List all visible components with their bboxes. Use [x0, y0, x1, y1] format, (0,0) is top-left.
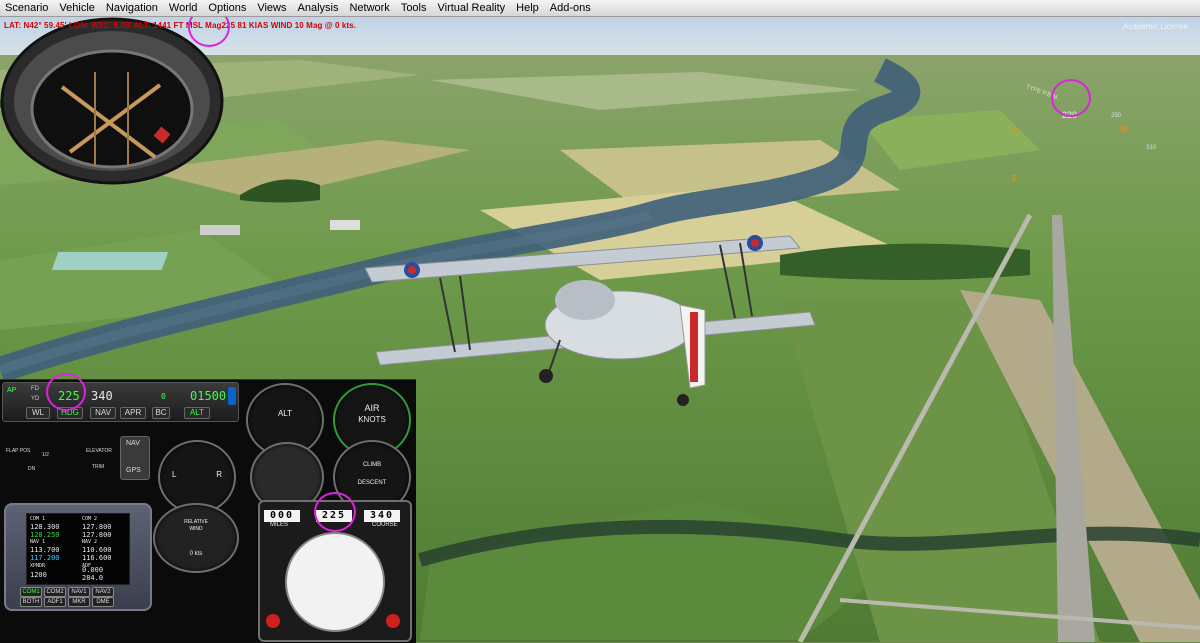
compass-label-310: 310	[1146, 145, 1157, 151]
compass-label-e: E	[1012, 174, 1018, 183]
trim-label: TRIM	[92, 464, 105, 470]
ap-vs-value[interactable]: 0	[161, 392, 166, 401]
hsi-heading-knob[interactable]	[266, 614, 280, 628]
nav-label: NAV	[126, 440, 140, 447]
menu-views[interactable]: Views	[252, 2, 292, 14]
nav2-active-freq[interactable]: 110.600	[82, 546, 112, 554]
turn-right-label: R	[216, 470, 222, 479]
ap-nav-button[interactable]: NAV	[90, 407, 116, 419]
menu-tools[interactable]: Tools	[396, 2, 433, 14]
adf-standby-freq[interactable]: 284.0	[82, 574, 103, 582]
flap-dn-label: DN	[28, 466, 36, 472]
magnetic-compass	[0, 17, 224, 185]
ap-apr-button[interactable]: APR	[120, 407, 146, 419]
menu-navigation[interactable]: Navigation	[101, 2, 164, 14]
ap-label[interactable]: AP	[7, 387, 16, 394]
com2-standby-freq[interactable]: 127.800	[82, 531, 112, 539]
vsi-climb-label: CLIMB	[362, 462, 382, 468]
airspeed-title: AIR	[364, 403, 380, 413]
hsi-miles-label: MILES	[270, 522, 289, 528]
flap-pos-label: FLAP POS	[6, 448, 31, 454]
hsi-instrument: 000 225 340 MILES COURSE	[258, 500, 412, 642]
com1-active-freq[interactable]: 128.300	[30, 523, 60, 531]
ap-wl-button[interactable]: WL	[26, 407, 50, 419]
yd-label[interactable]: YD	[31, 396, 39, 402]
nav1-active-freq[interactable]: 113.700	[30, 546, 60, 554]
compass-heading: 220	[1062, 110, 1078, 120]
menu-analysis[interactable]: Analysis	[293, 2, 345, 14]
radio-nav1-button[interactable]: NAV1	[68, 587, 90, 597]
ap-altitude-value[interactable]: 01500	[190, 389, 226, 403]
menu-help[interactable]: Help	[511, 2, 545, 14]
menu-add-ons[interactable]: Add-ons	[545, 2, 597, 14]
xpndr-code[interactable]: 1200	[30, 571, 47, 579]
airspeed-unit: KNOTS	[358, 415, 386, 424]
ap-knob[interactable]	[228, 387, 236, 405]
relative-label: RELATIVE	[184, 519, 208, 525]
hsi-course-label: COURSE	[372, 522, 398, 528]
altimeter-label: ALT	[277, 409, 293, 418]
nav-gps-switch[interactable]: NAV GPS	[120, 436, 150, 480]
nav1-standby-freq[interactable]: 117.200	[30, 554, 60, 562]
relative-wind-gauge: RELATIVE WIND 0 kts	[153, 503, 239, 573]
ap-hdg-button[interactable]: HDG	[57, 407, 83, 419]
compass-label-250: 250	[1111, 113, 1122, 119]
ap-course-value[interactable]: 340	[91, 389, 113, 403]
hsi-miles-counter: 000	[264, 510, 300, 522]
menu-options[interactable]: Options	[203, 2, 252, 14]
menu-virtual-reality[interactable]: Virtual Reality	[433, 2, 512, 14]
compass-label-w: W	[1120, 125, 1128, 134]
radio-nav2-button[interactable]: NAV2	[92, 587, 114, 597]
com2-label: COM 2	[82, 516, 98, 522]
com2-active-freq[interactable]: 127.800	[82, 523, 112, 531]
com1-standby-freq[interactable]: 128.250	[30, 531, 60, 539]
radio-screen: COM 1 COM 2 128.300 128.250 127.800 127.…	[26, 513, 130, 585]
radio-both-button[interactable]: BOTH	[20, 597, 42, 607]
radio-mkr-button[interactable]: MKR	[68, 597, 90, 607]
ap-heading-value[interactable]: 225	[58, 389, 80, 403]
elevator-label: ELEVATOR	[86, 448, 112, 454]
flap-half-label: 1/2	[42, 452, 49, 458]
license-label: Academic License	[1123, 22, 1188, 31]
xpndr-label: XPNDR	[30, 563, 46, 569]
ap-bc-button[interactable]: BC	[152, 407, 170, 419]
fd-label[interactable]: FD	[31, 386, 39, 392]
flaps-elevator-gauge: FLAP POS 1/2 DN ELEVATOR TRIM	[2, 428, 114, 476]
menu-vehicle[interactable]: Vehicle	[54, 2, 100, 14]
menu-world[interactable]: World	[164, 2, 204, 14]
hsi-course-counter: 340	[364, 510, 400, 522]
compass-label-s: S	[1012, 127, 1018, 136]
nav2-label: NAV 2	[82, 539, 98, 545]
hsi-compass-card	[285, 532, 385, 632]
wind-label: WIND	[189, 526, 203, 532]
nav1-label: NAV 1	[30, 539, 46, 545]
menu-bar: Scenario Vehicle Navigation World Option…	[0, 0, 1200, 17]
ap-alt-button[interactable]: ALT	[184, 407, 210, 419]
radio-adf1-button[interactable]: ADF1	[44, 597, 66, 607]
radio-stack: COM 1 COM 2 128.300 128.250 127.800 127.…	[4, 503, 152, 611]
turn-left-label: L	[172, 470, 177, 479]
radio-dme-button[interactable]: DME	[92, 597, 114, 607]
gps-label: GPS	[126, 467, 141, 474]
status-line: LAT: N42° 59.45' LON: W81° 5.08' ALT: 14…	[4, 21, 357, 30]
menu-network[interactable]: Network	[344, 2, 395, 14]
radio-com2-button[interactable]: COM2	[44, 587, 66, 597]
adf-active-freq[interactable]: 0.000	[82, 566, 103, 574]
com1-label: COM 1	[30, 516, 46, 522]
hsi-course-knob[interactable]	[386, 614, 400, 628]
wind-speed-label: 0 kts	[189, 551, 203, 557]
radio-com1-button[interactable]: COM1	[20, 587, 42, 597]
vsi-descent-label: DESCENT	[357, 480, 387, 486]
hsi-heading-counter: 225	[316, 510, 352, 522]
nav2-standby-freq[interactable]: 116.600	[82, 554, 112, 562]
menu-scenario[interactable]: Scenario	[0, 2, 54, 14]
